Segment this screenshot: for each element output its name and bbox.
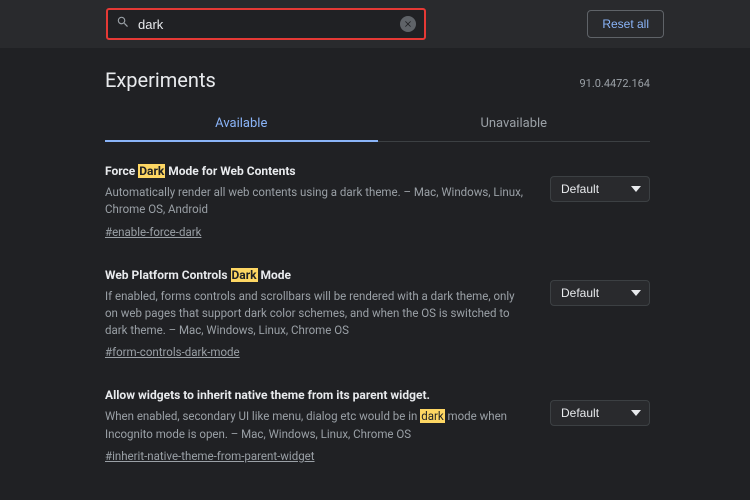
flag-title: Allow widgets to inherit native theme fr…	[105, 388, 530, 402]
clear-search-icon[interactable]	[400, 16, 416, 32]
tabs: Available Unavailable	[105, 106, 650, 142]
flag-state-select[interactable]: Default	[550, 280, 650, 306]
flag-row: Web Platform Controls Dark Mode If enabl…	[105, 246, 650, 367]
search-icon	[116, 15, 130, 33]
search-field[interactable]	[108, 10, 424, 38]
tab-unavailable[interactable]: Unavailable	[378, 106, 651, 141]
flag-title: Force Dark Mode for Web Contents	[105, 164, 530, 178]
version-label: 91.0.4472.164	[579, 77, 650, 90]
flag-state-select[interactable]: Default	[550, 176, 650, 202]
search-box-highlight	[106, 8, 426, 40]
tab-available[interactable]: Available	[105, 106, 378, 141]
search-input[interactable]	[138, 17, 400, 32]
flag-anchor-link[interactable]: #inherit-native-theme-from-parent-widget	[105, 449, 315, 463]
flag-row: Allow widgets to inherit native theme fr…	[105, 366, 650, 470]
flag-state-select[interactable]: Default	[550, 400, 650, 426]
reset-all-button[interactable]: Reset all	[587, 10, 664, 38]
content: Experiments 91.0.4472.164 Available Unav…	[105, 48, 650, 470]
flag-anchor-link[interactable]: #enable-force-dark	[105, 225, 201, 239]
highlight: Dark	[231, 268, 258, 282]
page-title: Experiments	[105, 68, 216, 92]
top-bar: Reset all	[0, 0, 750, 48]
flag-description: When enabled, secondary UI like menu, di…	[105, 408, 530, 443]
highlight: dark	[420, 409, 444, 423]
highlight: Dark	[138, 164, 165, 178]
flag-row: Force Dark Mode for Web Contents Automat…	[105, 142, 650, 246]
scroll-area[interactable]: Experiments 91.0.4472.164 Available Unav…	[0, 48, 750, 500]
flag-title: Web Platform Controls Dark Mode	[105, 268, 530, 282]
flag-description: Automatically render all web contents us…	[105, 184, 530, 219]
flag-description: If enabled, forms controls and scrollbar…	[105, 288, 530, 340]
flag-anchor-link[interactable]: #form-controls-dark-mode	[105, 345, 240, 359]
